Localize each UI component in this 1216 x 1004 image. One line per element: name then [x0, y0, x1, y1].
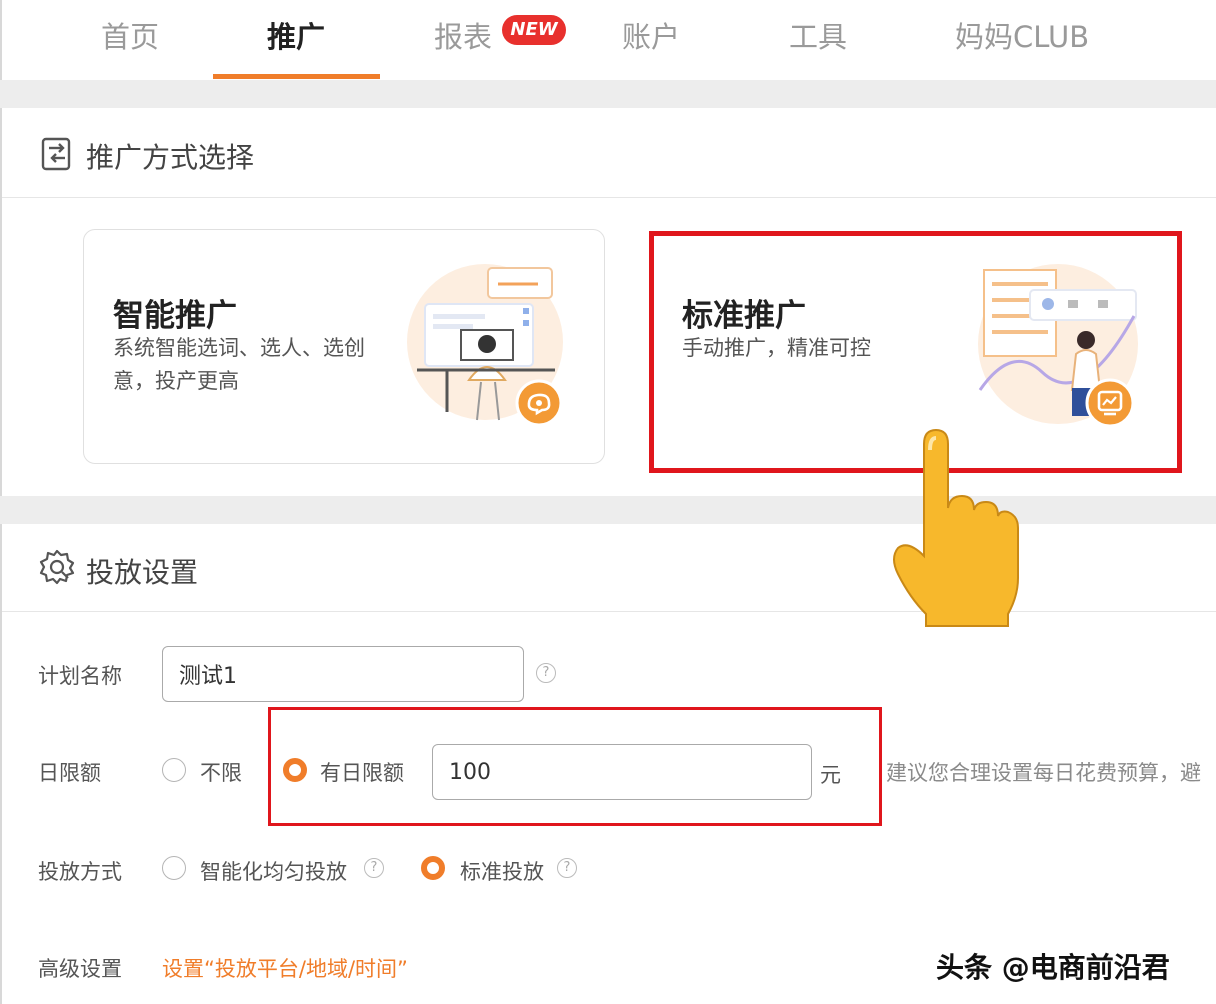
tab-reports[interactable]: 报表 [434, 14, 492, 56]
new-badge: NEW [502, 15, 566, 45]
plan-name-input[interactable]: 测试1 [162, 646, 524, 702]
plan-name-help-icon[interactable]: ? [536, 663, 556, 683]
delivery-method-label: 投放方式 [38, 860, 122, 884]
settings-gear-icon [39, 549, 75, 585]
daily-limit-hint: 建议您合理设置每日花费预算，避 [886, 761, 1201, 785]
smart-promotion-desc: 系统智能选词、选人、选创意，投产更高 [113, 336, 365, 393]
tab-account[interactable]: 账户 [622, 14, 680, 56]
smart-promotion-title: 智能推广 [113, 298, 237, 334]
tab-home[interactable]: 首页 [101, 14, 159, 56]
smart-brain-icon [515, 379, 563, 427]
radio-smart-even-delivery[interactable] [162, 856, 186, 880]
active-tab-indicator [213, 74, 380, 79]
daily-limit-highlight-frame [268, 707, 882, 826]
section-divider [2, 197, 1216, 198]
delivery-section-title: 投放设置 [86, 556, 199, 589]
section-gap [0, 80, 1216, 108]
radio-unlimited-label[interactable]: 不限 [200, 757, 242, 787]
section-divider [2, 611, 1216, 612]
tab-tools[interactable]: 工具 [789, 14, 847, 56]
section-gap [0, 496, 1216, 524]
advanced-settings-link[interactable]: 设置“投放平台/地域/时间” [162, 953, 408, 983]
smart-even-help-icon[interactable]: ? [364, 858, 384, 878]
top-nav: 首页 推广 报表 NEW 账户 工具 妈妈CLUB [0, 0, 1216, 80]
standard-delivery-help-icon[interactable]: ? [557, 858, 577, 878]
watermark: 头条 @电商前沿君 [936, 951, 1170, 984]
plan-name-value: 测试1 [179, 664, 237, 689]
method-section-title: 推广方式选择 [86, 141, 255, 174]
tab-mama-club[interactable]: 妈妈CLUB [955, 14, 1089, 56]
radio-smart-even-delivery-label[interactable]: 智能化均匀投放 [200, 856, 347, 886]
pointing-hand-icon [893, 428, 1019, 627]
advanced-settings-label: 高级设置 [38, 957, 122, 981]
daily-limit-label: 日限额 [38, 761, 101, 785]
radio-standard-delivery-label[interactable]: 标准投放 [460, 856, 544, 886]
radio-standard-delivery[interactable] [421, 856, 445, 880]
radio-unlimited[interactable] [162, 758, 186, 782]
tab-promotion[interactable]: 推广 [267, 14, 325, 56]
plan-name-label: 计划名称 [38, 664, 122, 688]
switch-document-icon [41, 137, 71, 171]
